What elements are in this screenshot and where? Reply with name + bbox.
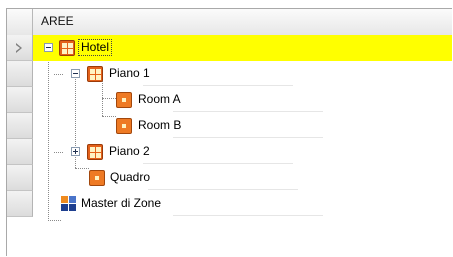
tree-row-hotel[interactable]: Hotel	[33, 35, 452, 61]
row-separator	[173, 137, 323, 138]
tree-row-room-b[interactable]: Room B	[33, 113, 452, 139]
row-selector-room-b[interactable]	[7, 113, 33, 139]
zone-grid-icon	[87, 144, 103, 160]
header-corner-cell	[7, 9, 33, 35]
row-separator	[148, 189, 298, 190]
tree-row-label[interactable]: Room B	[138, 118, 181, 132]
row-separator	[143, 163, 293, 164]
row-selector-piano-2[interactable]	[7, 139, 33, 165]
row-selector-piano-1[interactable]	[7, 61, 33, 87]
master-zones-icon	[61, 196, 77, 212]
tree-row-label[interactable]: Master di Zone	[81, 196, 161, 210]
row-separator	[173, 111, 323, 112]
zone-grid-icon	[87, 66, 103, 82]
area-tree-grid[interactable]: AREE Hotel Piano 1 Room A Room B Piano 2…	[6, 8, 452, 256]
tree-row-label[interactable]: Room A	[138, 92, 181, 106]
zone-grid-icon	[59, 40, 75, 56]
tree-row-master-di-zone[interactable]: Master di Zone	[33, 191, 452, 217]
collapse-toggle-icon[interactable]	[71, 69, 80, 78]
tree-row-label[interactable]: Piano 2	[109, 144, 150, 158]
current-row-arrow-icon	[16, 43, 22, 53]
room-icon	[116, 118, 132, 134]
row-selector-hotel[interactable]	[7, 35, 33, 61]
row-separator	[143, 85, 293, 86]
column-header-aree[interactable]: AREE	[41, 14, 74, 28]
tree-row-label[interactable]: Hotel	[78, 39, 113, 56]
row-selector-room-a[interactable]	[7, 87, 33, 113]
tree-row-piano-1[interactable]: Piano 1	[33, 61, 452, 87]
row-selector-quadro[interactable]	[7, 165, 33, 191]
row-separator	[173, 215, 323, 216]
expand-toggle-icon[interactable]	[71, 147, 80, 156]
room-icon	[89, 170, 105, 186]
grid-header: AREE	[7, 9, 452, 36]
room-icon	[116, 92, 132, 108]
collapse-toggle-icon[interactable]	[44, 43, 53, 52]
tree-row-quadro[interactable]: Quadro	[33, 165, 452, 191]
tree-row-label[interactable]: Piano 1	[109, 66, 150, 80]
tree-row-label[interactable]: Quadro	[110, 170, 150, 184]
tree-row-room-a[interactable]: Room A	[33, 87, 452, 113]
row-selector-master-di-zone[interactable]	[7, 191, 33, 217]
tree-connector-line	[48, 220, 61, 221]
tree-row-piano-2[interactable]: Piano 2	[33, 139, 452, 165]
